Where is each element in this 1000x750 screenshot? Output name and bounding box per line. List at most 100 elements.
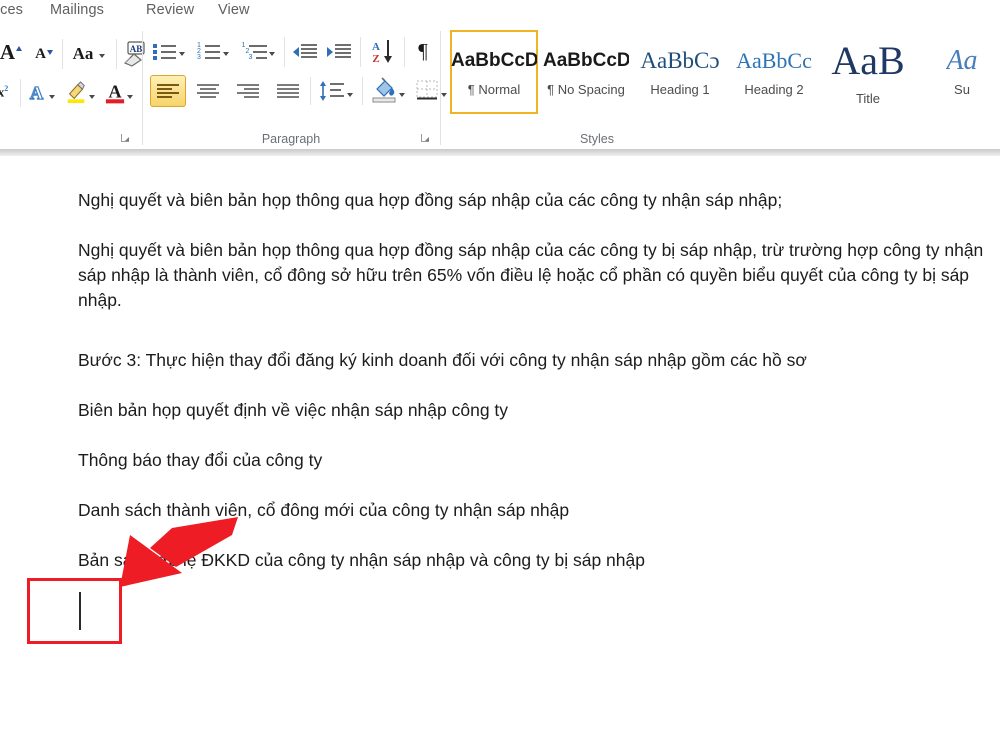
clear-formatting-icon: AB (123, 40, 145, 67)
svg-text:A: A (30, 83, 43, 103)
style-heading-2-preview: AaBbCc (736, 47, 812, 73)
grow-font-button[interactable]: A (0, 39, 26, 66)
paragraph-divider-3 (404, 37, 405, 67)
style-normal-label: ¶ Normal (467, 81, 521, 97)
svg-text:AB: AB (130, 44, 143, 54)
chevron-down-icon (347, 93, 353, 97)
word-window: nces Mailings Review View A A Aa (0, 0, 1000, 750)
paragraph-3[interactable]: Bước 3: Thực hiện thay đổi đăng ký kinh … (78, 348, 990, 373)
font-group: A A Aa AB x2 A A A (0, 27, 145, 149)
change-case-icon: Aa (72, 43, 94, 63)
align-justify-icon (276, 83, 300, 100)
align-left-button[interactable] (150, 75, 186, 107)
line-spacing-button[interactable] (316, 75, 356, 107)
shading-button[interactable] (368, 73, 408, 107)
paragraph-group: 1 2 3 1 2 3 A Z ¶ Paragraph (146, 27, 447, 149)
caret-up-icon (16, 46, 23, 51)
superscript-button[interactable]: x2 (0, 79, 16, 105)
style-no-spacing[interactable]: AaBbCcDc ¶ No Spacing (542, 30, 630, 114)
paragraph-divider-1 (284, 37, 285, 67)
chevron-down-icon (99, 53, 106, 58)
style-title-label: Title (855, 90, 881, 106)
chevron-down-icon (89, 94, 95, 99)
group-divider-paragraph-styles (440, 31, 441, 145)
justify-button[interactable] (270, 75, 306, 107)
style-subtitle-preview: Aa (946, 47, 978, 74)
sort-button[interactable]: A Z (366, 36, 400, 66)
font-dialog-launcher[interactable] (119, 132, 132, 145)
red-highlight-box (27, 578, 122, 644)
paragraph-4[interactable]: Biên bản họp quyết định về việc nhận sáp… (78, 398, 990, 423)
highlighter-icon (67, 81, 85, 103)
style-normal[interactable]: AaBbCcDc ¶ Normal (450, 30, 538, 114)
style-title-preview: AaB (831, 38, 905, 83)
chevron-down-icon (179, 52, 185, 56)
numbering-button[interactable]: 1 2 3 (194, 37, 232, 65)
bullets-button[interactable] (150, 37, 188, 65)
shading-paint-bucket-icon (372, 77, 396, 103)
text-cursor (79, 592, 81, 630)
align-left-icon (156, 83, 180, 100)
document-canvas[interactable]: Nghị quyết và biên bản họp thông qua hợp… (0, 160, 1000, 750)
align-right-icon (236, 83, 260, 100)
style-heading-2[interactable]: AaBbCc Heading 2 (730, 30, 818, 114)
grow-font-icon: A (0, 40, 16, 64)
style-heading-1-label: Heading 1 (650, 81, 710, 97)
superscript-icon: x2 (0, 83, 9, 100)
style-heading-1-preview: AaBbCɔ (640, 47, 720, 73)
text-effects-button[interactable]: A A (26, 77, 56, 107)
font-divider-1 (62, 39, 63, 69)
multilevel-list-icon: 1 2 3 (242, 42, 267, 61)
tab-mailings[interactable]: Mailings (50, 2, 104, 18)
svg-text:Z: Z (372, 53, 379, 65)
font-color-icon: A (105, 81, 125, 104)
shrink-font-icon: A (35, 45, 46, 62)
svg-text:A: A (108, 81, 121, 101)
style-normal-preview: AaBbCcDc (451, 49, 537, 71)
paragraph-1[interactable]: Nghị quyết và biên bản họp thông qua hợp… (78, 188, 990, 213)
text-highlight-color-button[interactable] (64, 77, 96, 107)
paragraph-divider-2 (360, 37, 361, 67)
tab-review[interactable]: Review (146, 2, 194, 18)
style-subtitle[interactable]: Aa Su (918, 30, 1000, 114)
tab-view[interactable]: View (218, 2, 250, 18)
increase-indent-button[interactable] (324, 37, 354, 65)
paragraph-5[interactable]: Thông báo thay đổi của công ty (78, 448, 990, 473)
chevron-down-icon (49, 94, 55, 99)
decrease-indent-icon (293, 43, 317, 60)
align-right-button[interactable] (230, 75, 266, 107)
style-heading-2-label: Heading 2 (744, 81, 804, 97)
chevron-down-icon (127, 94, 133, 99)
shrink-font-button[interactable]: A (30, 41, 58, 67)
paragraph-divider-5 (362, 77, 363, 105)
font-divider-2 (116, 39, 117, 69)
font-color-button[interactable]: A (104, 77, 134, 107)
decrease-indent-button[interactable] (290, 37, 320, 65)
tab-references[interactable]: nces (0, 2, 23, 18)
borders-icon (416, 80, 438, 100)
change-case-button[interactable]: Aa (66, 40, 112, 67)
chevron-down-icon (399, 92, 405, 97)
paragraph-2[interactable]: Nghị quyết và biên bản họp thông qua hợp… (78, 238, 990, 313)
line-spacing-icon (320, 81, 344, 101)
paragraph-divider-4 (310, 77, 311, 105)
ribbon-bottom-edge (0, 149, 1000, 156)
show-hide-marks-button[interactable]: ¶ (409, 37, 437, 65)
style-heading-1[interactable]: AaBbCɔ Heading 1 (636, 30, 724, 114)
styles-group: AaBbCcDc ¶ Normal AaBbCcDc ¶ No Spacing … (446, 27, 1000, 149)
chevron-down-icon (223, 52, 229, 56)
styles-group-label: Styles (579, 132, 615, 146)
group-divider-font-paragraph (142, 31, 143, 145)
multilevel-list-button[interactable]: 1 2 3 (238, 37, 278, 65)
chevron-down-icon (268, 52, 275, 56)
borders-button[interactable] (412, 73, 450, 107)
red-pointer-arrow (120, 515, 240, 600)
ribbon: A A Aa AB x2 A A A 1 2 3 1 2 3 A Z ¶ Par… (0, 27, 1000, 149)
center-button[interactable] (190, 75, 226, 107)
font-divider-3 (20, 79, 21, 107)
svg-text:A: A (372, 41, 380, 53)
style-subtitle-label: Su (954, 81, 970, 97)
bullet-list-icon (153, 43, 176, 60)
style-title[interactable]: AaB Title (824, 30, 912, 114)
text-effects-icon: A A (29, 82, 44, 104)
